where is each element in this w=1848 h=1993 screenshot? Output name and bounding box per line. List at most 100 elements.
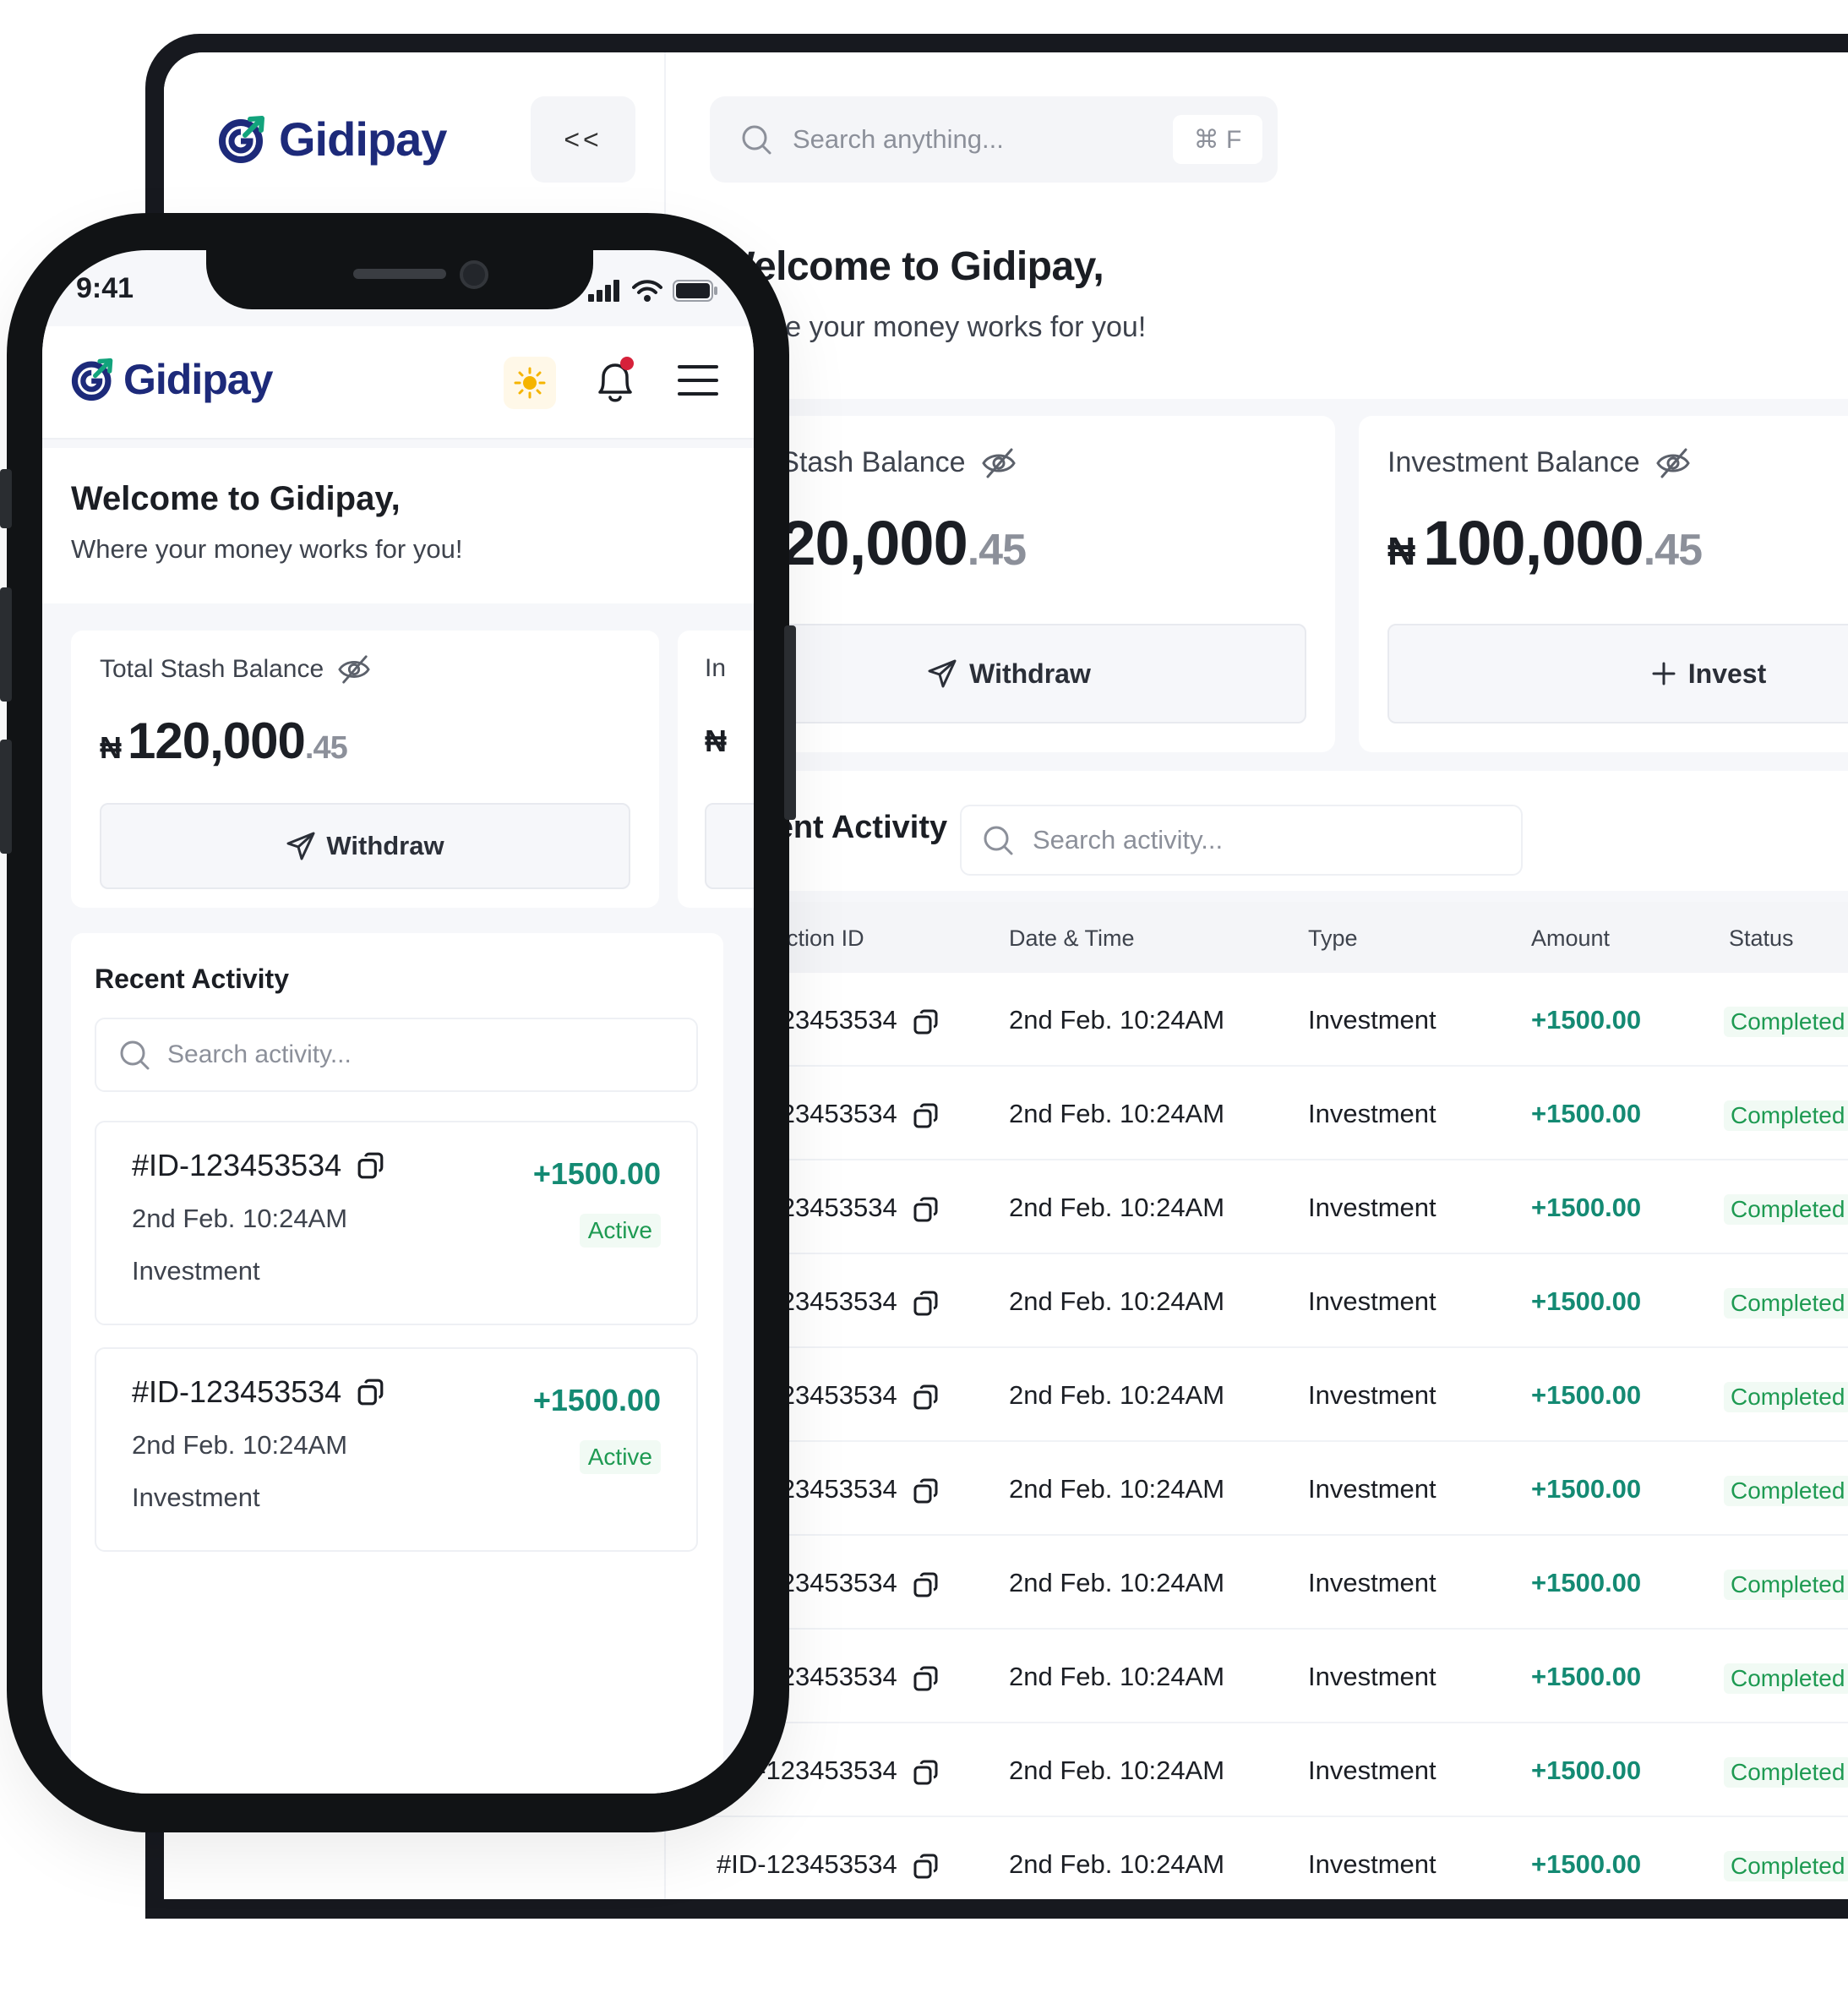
table-row[interactable]: #ID-123453534 2nd Feb. 10:24AM Investment +… — [666, 1536, 1848, 1630]
phone-volume-down — [0, 740, 12, 854]
card-label-text: Total Stash Balance — [100, 655, 324, 683]
table-row[interactable]: #ID-123453534 2nd Feb. 10:24AM Investment +… — [666, 1254, 1848, 1348]
list-item[interactable]: #ID-123453534 2nd Feb. 10:24AM Investmen… — [95, 1347, 698, 1552]
transaction-type: Investment — [1308, 1568, 1436, 1597]
recent-activity-header: Recent Activity Search activity... — [666, 771, 1848, 891]
notch-speaker — [353, 269, 446, 279]
column-type: Type — [1308, 926, 1358, 951]
column-date-time: Date & Time — [1009, 926, 1135, 951]
status-bar-time: 9:41 — [76, 272, 134, 304]
eye-off-icon[interactable] — [1655, 447, 1691, 479]
copy-icon[interactable] — [913, 1290, 940, 1317]
copy-icon[interactable] — [357, 1151, 385, 1180]
notch-camera — [460, 260, 488, 289]
eye-off-icon[interactable] — [981, 447, 1017, 479]
mobile-investment-card-peek[interactable]: In ₦ — [678, 631, 754, 908]
transaction-type: Investment — [132, 1256, 260, 1286]
status-badge: Completed — [1724, 1194, 1848, 1225]
phone-notch — [206, 250, 593, 309]
transaction-amount: +1500.00 — [1531, 1849, 1642, 1879]
copy-icon[interactable] — [913, 1477, 940, 1504]
status-badge: Active — [579, 1214, 661, 1248]
global-search-input[interactable]: Search anything... ⌘ F — [710, 96, 1278, 183]
table-row[interactable]: #ID-123453534 2nd Feb. 10:24AM Investment +… — [666, 1723, 1848, 1817]
transaction-amount: +1500.00 — [1531, 1286, 1642, 1316]
transaction-date: 2nd Feb. 10:24AM — [1009, 1662, 1225, 1691]
transactions-table: #ID-123453534 2nd Feb. 10:24AM Investment +… — [666, 973, 1848, 1899]
copy-icon[interactable] — [913, 1008, 940, 1035]
transaction-amount: +1500.00 — [1531, 1005, 1642, 1035]
table-row[interactable]: #ID-123453534 2nd Feb. 10:24AM Investment +… — [666, 1630, 1848, 1723]
send-icon — [286, 832, 315, 860]
currency-symbol: ₦ — [1387, 529, 1415, 573]
phone-mute-switch — [0, 469, 12, 528]
transaction-date: 2nd Feb. 10:24AM — [1009, 1568, 1225, 1597]
transaction-amount: +1500.00 — [1531, 1474, 1642, 1504]
transaction-id-text: #ID-123453534 — [717, 1849, 897, 1879]
copy-icon[interactable] — [913, 1196, 940, 1223]
activity-search-placeholder: Search activity... — [1033, 825, 1224, 855]
withdraw-button[interactable]: Withdraw — [711, 624, 1306, 723]
activity-search-input[interactable]: Search activity... — [960, 805, 1523, 876]
mobile-logo[interactable]: Gidipay — [71, 355, 273, 404]
theme-toggle-button[interactable] — [504, 357, 556, 409]
transaction-type: Investment — [1308, 1380, 1436, 1410]
table-row[interactable]: #ID-123453534 2nd Feb. 10:24AM Investment +… — [666, 973, 1848, 1067]
transaction-amount: +1500.00 — [532, 1156, 661, 1191]
invest-button[interactable]: Invest — [1387, 624, 1848, 723]
logo-mark-icon — [219, 115, 264, 163]
logo[interactable]: Gidipay — [218, 112, 447, 167]
mobile-welcome-section: Welcome to Gidipay, Where your money wor… — [42, 448, 754, 603]
status-badge: Completed — [1724, 1757, 1848, 1788]
status-badge: Completed — [1724, 1288, 1848, 1319]
copy-icon[interactable] — [913, 1102, 940, 1129]
send-icon — [928, 659, 957, 688]
table-row[interactable]: #ID-123453534 2nd Feb. 10:24AM Investment +… — [666, 1442, 1848, 1536]
table-row[interactable]: #ID-123453534 2nd Feb. 10:24AM Investment +… — [666, 1348, 1848, 1442]
mobile-stash-balance-card: Total Stash Balance ₦ 120,000.45 Withdraw — [71, 631, 659, 908]
column-amount: Amount — [1531, 926, 1611, 951]
logo-mark-icon — [71, 358, 113, 401]
amount-whole: 120,000 — [128, 713, 306, 769]
table-row[interactable]: #ID-123453534 2nd Feb. 10:24AM Investment +… — [666, 1160, 1848, 1254]
status-bar-icons — [588, 279, 718, 303]
table-row[interactable]: #ID-123453534 2nd Feb. 10:24AM Investment +… — [666, 1067, 1848, 1160]
eye-off-icon[interactable] — [337, 654, 371, 685]
list-item[interactable]: #ID-123453534 2nd Feb. 10:24AM Investmen… — [95, 1121, 698, 1325]
stage: Gidipay << Search anything... ⌘ F Welcom… — [0, 0, 1848, 1993]
transaction-type: Investment — [1308, 1099, 1436, 1128]
withdraw-button[interactable]: Withdraw — [100, 803, 630, 889]
copy-icon[interactable] — [913, 1853, 940, 1880]
table-row[interactable]: #ID-123453534 2nd Feb. 10:24AM Investment +… — [666, 1817, 1848, 1899]
transaction-date: 2nd Feb. 10:24AM — [1009, 1380, 1225, 1410]
withdraw-label: Withdraw — [326, 831, 444, 860]
copy-icon[interactable] — [357, 1378, 385, 1406]
transaction-amount: +1500.00 — [1531, 1380, 1642, 1410]
welcome-title: Welcome to Gidipay, — [717, 244, 1104, 289]
phone-volume-up — [0, 587, 12, 702]
activity-search-input[interactable]: Search activity... — [95, 1018, 698, 1092]
collapse-sidebar-button[interactable]: << — [531, 96, 635, 183]
table-header: Transaction ID Date & Time Type Amount S… — [666, 902, 1848, 973]
investment-label-clipped: In — [705, 654, 727, 682]
amount-whole: 100,000 — [1423, 508, 1644, 578]
main-content: Search anything... ⌘ F Welcome to Gidipa… — [666, 52, 1848, 1899]
copy-icon[interactable] — [913, 1571, 940, 1598]
transaction-type: Investment — [1308, 1849, 1436, 1879]
notifications-button[interactable] — [591, 355, 639, 407]
mobile-recent-activity: Recent Activity Search activity... #ID-1… — [71, 933, 723, 1794]
invest-button-clipped[interactable] — [705, 803, 754, 889]
transaction-amount: +1500.00 — [1531, 1755, 1642, 1785]
stash-balance-label: Total Stash Balance — [100, 654, 371, 685]
copy-icon[interactable] — [913, 1759, 940, 1786]
search-icon — [984, 826, 1013, 855]
transaction-date: 2nd Feb. 10:24AM — [132, 1204, 348, 1233]
transaction-amount: +1500.00 — [532, 1383, 661, 1417]
copy-icon[interactable] — [913, 1384, 940, 1411]
card-label-text: Investment Balance — [1387, 446, 1640, 478]
menu-button[interactable] — [678, 363, 718, 397]
copy-icon[interactable] — [913, 1665, 940, 1692]
status-badge: Completed — [1724, 1100, 1848, 1131]
investment-balance-amount: ₦ 100,000.45 — [1387, 507, 1703, 579]
transaction-type: Investment — [1308, 1286, 1436, 1316]
